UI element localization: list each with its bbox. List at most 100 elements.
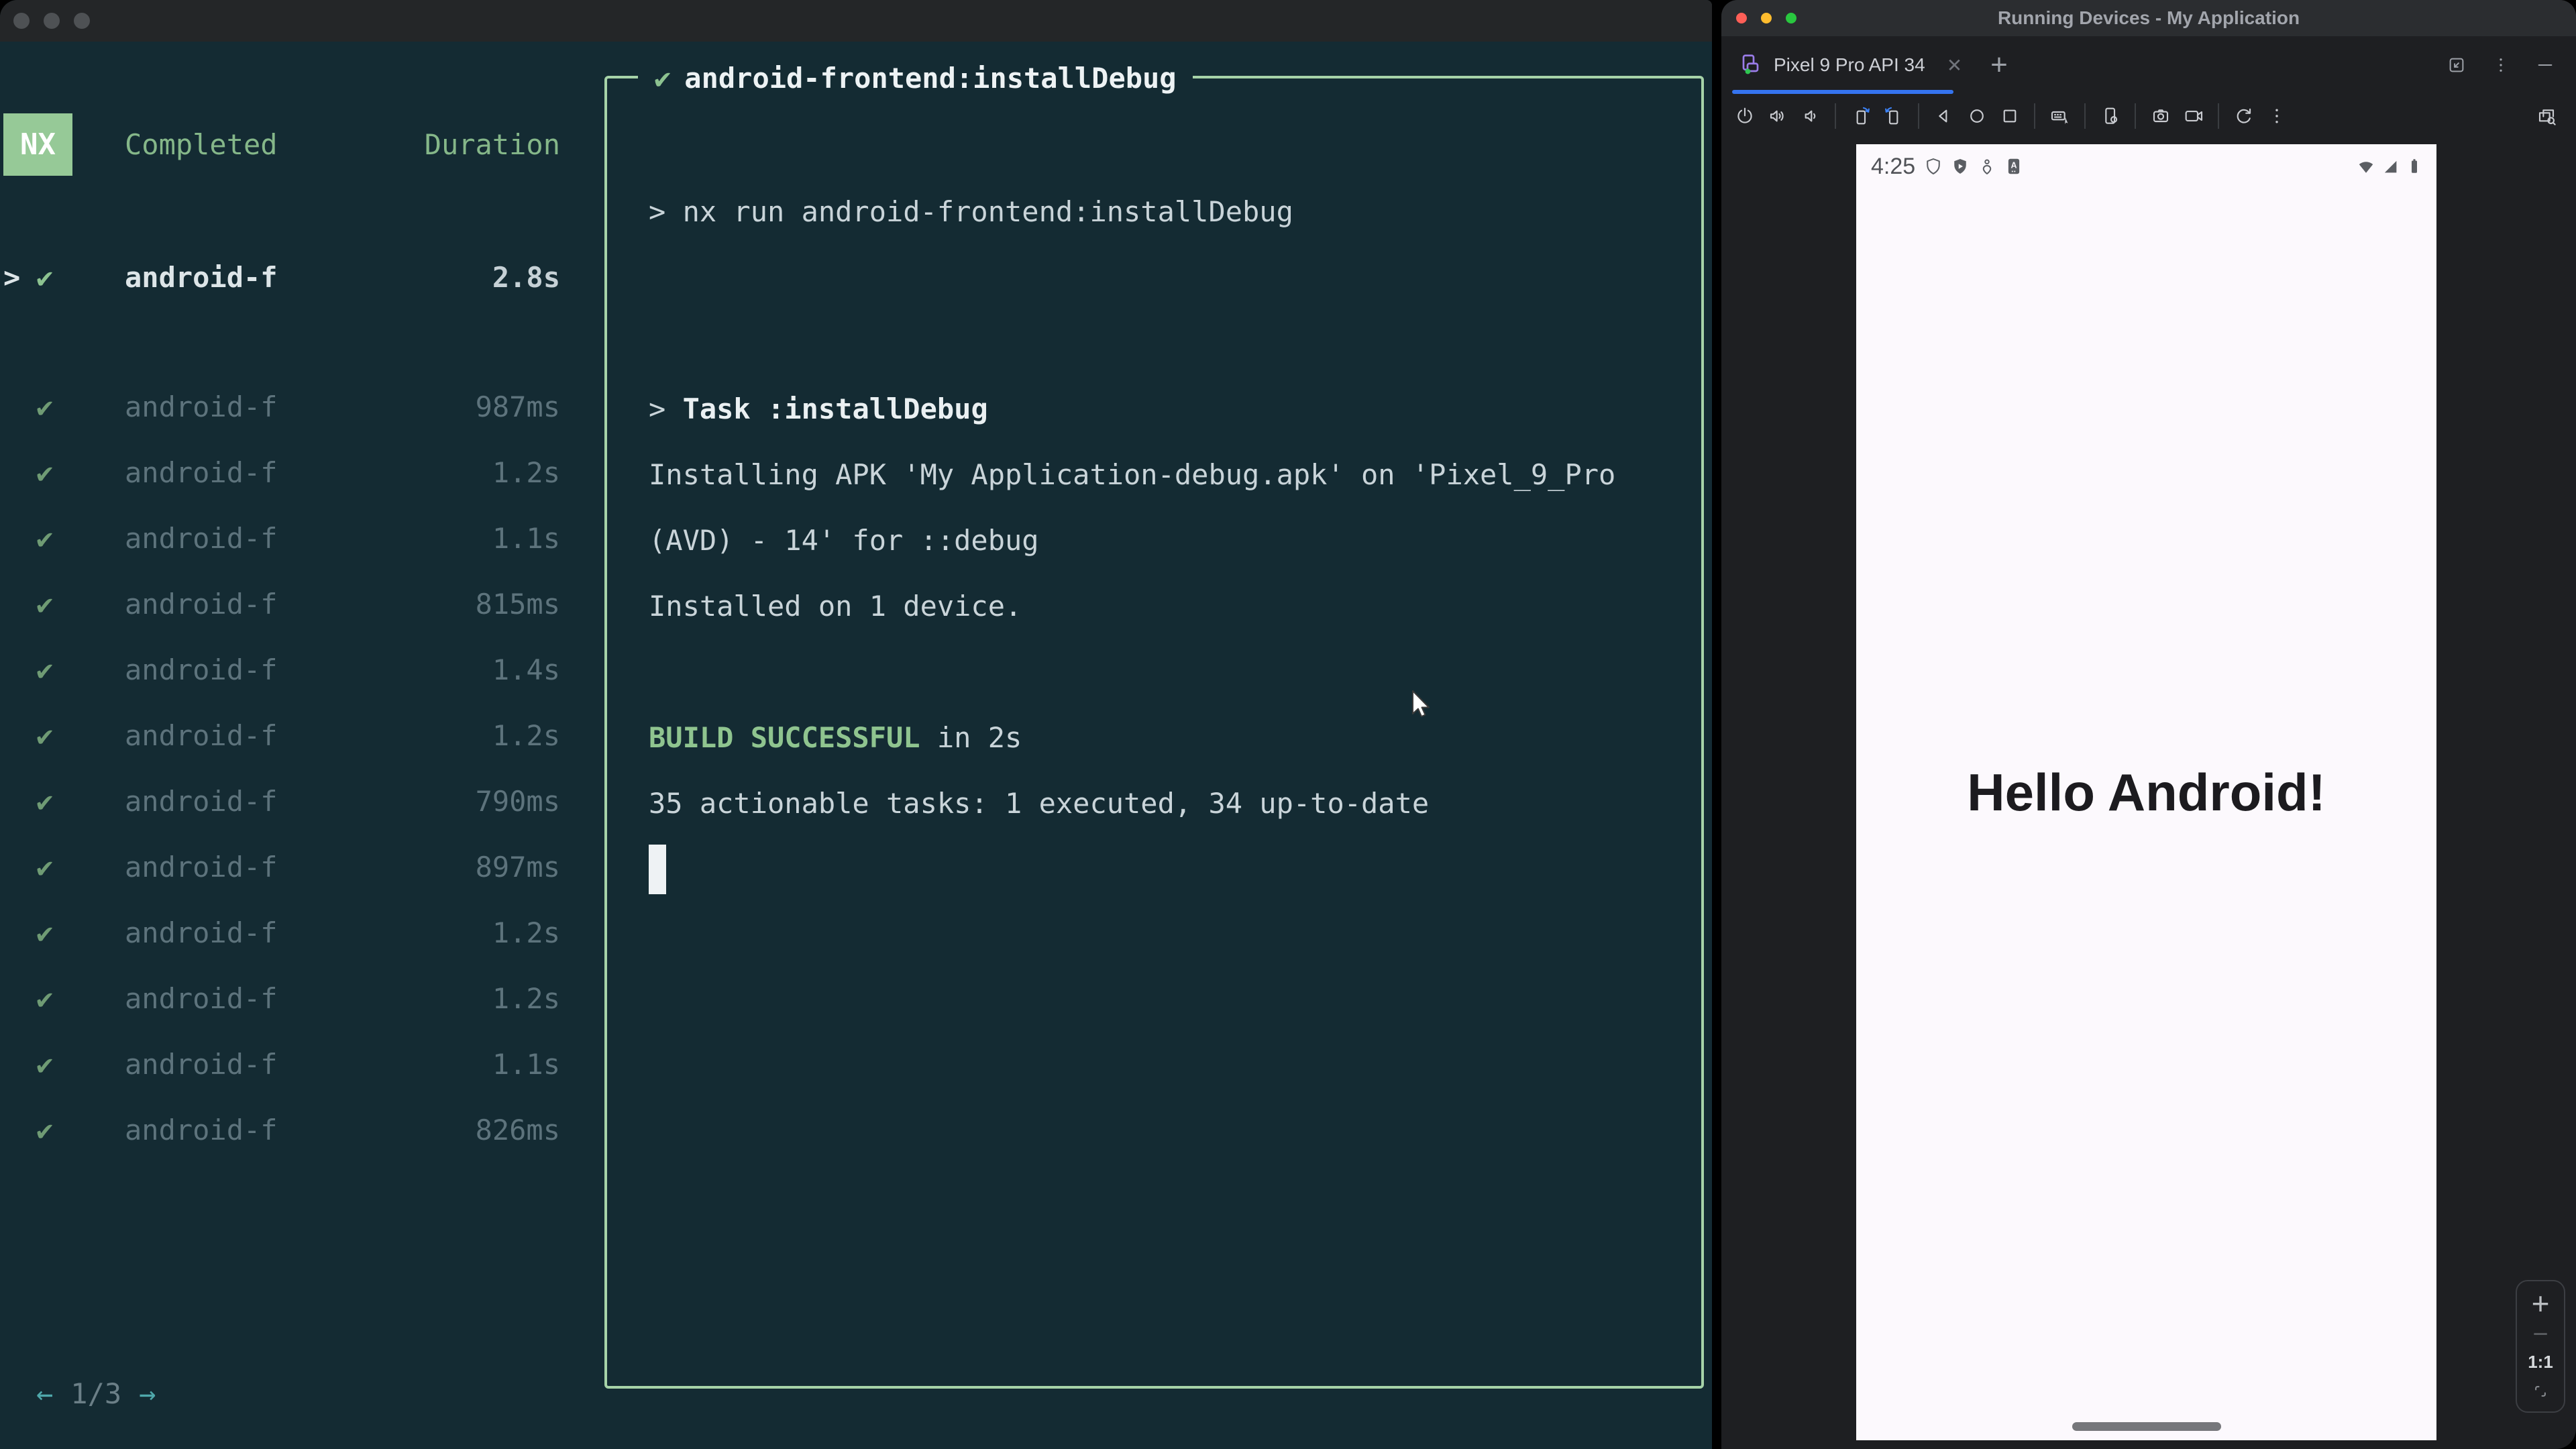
tab-close-icon[interactable]: ✕ bbox=[1947, 54, 1962, 76]
emulator-toolbar bbox=[1721, 94, 2576, 138]
toolbar-separator bbox=[2034, 103, 2035, 129]
more-vertical-icon[interactable] bbox=[2487, 52, 2514, 78]
task-duration: 1.1s bbox=[492, 522, 560, 555]
duration-column-header: Duration bbox=[424, 128, 560, 161]
task-name: android-f bbox=[125, 261, 278, 294]
check-icon: ✔ bbox=[36, 1114, 54, 1146]
more-options-icon[interactable] bbox=[2260, 100, 2293, 133]
task-row[interactable]: ✔ android-f 1.1s bbox=[0, 1032, 560, 1097]
toolbar-separator bbox=[2218, 103, 2219, 129]
layout-inspect-button[interactable] bbox=[2530, 99, 2563, 132]
volume-up-icon[interactable] bbox=[1761, 100, 1794, 133]
task-name: android-f bbox=[125, 390, 278, 423]
task-list-headers: Completed Duration bbox=[125, 113, 560, 176]
device-settings-icon[interactable] bbox=[2094, 100, 2127, 133]
task-row[interactable]: ✔ android-f 1.1s bbox=[0, 506, 560, 572]
task-row[interactable]: ✔ android-f 1.2s bbox=[0, 703, 560, 769]
check-icon: ✔ bbox=[36, 916, 54, 949]
new-tab-button[interactable]: + bbox=[1990, 36, 2008, 94]
minimize-button[interactable] bbox=[44, 13, 60, 29]
terminal-line: Installing APK 'My Application-debug.apk… bbox=[649, 458, 1616, 491]
task-row[interactable]: ✔ android-f 987ms bbox=[0, 374, 560, 440]
toolbar-separator bbox=[2135, 103, 2136, 129]
power-icon[interactable] bbox=[1728, 100, 1761, 133]
terminal-line: > nx run android-frontend:installDebug bbox=[649, 195, 1293, 228]
check-icon: ✔ bbox=[36, 456, 54, 489]
back-icon[interactable] bbox=[1927, 100, 1960, 133]
task-row[interactable]: ✔ android-f 1.4s bbox=[0, 637, 560, 703]
device-phone-icon bbox=[1737, 53, 1762, 77]
terminal-titlebar bbox=[0, 0, 1712, 42]
terminal-line: Installed on 1 device. bbox=[649, 590, 1022, 623]
layout-inspect-icon bbox=[2536, 105, 2557, 127]
zoom-out-button[interactable]: − bbox=[2532, 1321, 2548, 1348]
check-icon: ✔ bbox=[36, 719, 54, 752]
tab-pixel-9-pro[interactable]: Pixel 9 Pro API 34 ✕ bbox=[1732, 36, 1968, 94]
tab-label: Pixel 9 Pro API 34 bbox=[1774, 54, 1925, 75]
task-duration: 1.2s bbox=[492, 916, 560, 949]
rotate-right-icon[interactable] bbox=[1877, 100, 1910, 133]
task-row[interactable]: ✔ android-f 1.2s bbox=[0, 900, 560, 966]
close-button[interactable] bbox=[13, 13, 30, 29]
task-row[interactable]: ✔ android-f 790ms bbox=[0, 769, 560, 835]
task-name: android-f bbox=[125, 653, 278, 686]
selected-task-row[interactable]: > ✔ android-f 2.8s bbox=[0, 245, 560, 311]
fit-screen-button[interactable] bbox=[2529, 1380, 2552, 1403]
terminal-line bbox=[649, 837, 1674, 902]
task-row[interactable]: ✔ android-f 815ms bbox=[0, 572, 560, 637]
task-duration: 1.2s bbox=[492, 456, 560, 489]
task-duration: 897ms bbox=[475, 851, 560, 883]
check-icon: ✔ bbox=[36, 653, 54, 686]
task-duration: 1.4s bbox=[492, 653, 560, 686]
terminal-line: (AVD) - 14' for ::debug bbox=[649, 524, 1039, 557]
zoom-controls: + − 1:1 bbox=[2516, 1280, 2565, 1413]
pagination: ← 1/3 → bbox=[36, 1370, 156, 1417]
task-row[interactable]: ✔ android-f 826ms bbox=[0, 1097, 560, 1163]
screen-record-icon[interactable] bbox=[2177, 100, 2210, 133]
zoom-in-button[interactable]: + bbox=[2532, 1288, 2550, 1319]
prev-page-arrow[interactable]: ← bbox=[36, 1377, 53, 1410]
keyboard-input-icon[interactable] bbox=[2043, 100, 2076, 133]
gesture-navigation-pill[interactable] bbox=[2072, 1422, 2221, 1431]
emulator-display[interactable]: 4:25 A Hello Android! bbox=[1856, 144, 2436, 1440]
actual-size-button[interactable]: 1:1 bbox=[2528, 1352, 2553, 1373]
task-name: android-f bbox=[125, 785, 278, 818]
task-name: android-f bbox=[125, 916, 278, 949]
toolbar-separator bbox=[1835, 103, 1836, 129]
task-name: android-f bbox=[125, 456, 278, 489]
task-output-title: ✔ android-frontend:installDebug bbox=[638, 46, 1193, 111]
dock-window-icon[interactable] bbox=[2443, 52, 2470, 78]
terminal-line: > Task :installDebug bbox=[649, 392, 988, 425]
volume-down-icon[interactable] bbox=[1794, 100, 1827, 133]
task-row[interactable]: ✔ android-f 1.2s bbox=[0, 966, 560, 1032]
app-greeting-text: Hello Android! bbox=[1967, 762, 2326, 822]
task-row[interactable]: ✔ android-f 1.2s bbox=[0, 440, 560, 506]
task-duration: 1.2s bbox=[492, 982, 560, 1015]
overview-icon[interactable] bbox=[1993, 100, 2026, 133]
completed-column-header: Completed bbox=[125, 128, 278, 161]
task-name: android-f bbox=[125, 719, 278, 752]
task-duration: 987ms bbox=[475, 390, 560, 423]
tool-window-controls bbox=[2443, 36, 2559, 94]
task-output-panel: ✔ android-frontend:installDebug > nx run… bbox=[604, 46, 1704, 1389]
task-name: android-f bbox=[125, 982, 278, 1015]
terminal-cursor bbox=[649, 844, 666, 894]
rotate-left-icon[interactable] bbox=[1844, 100, 1877, 133]
next-page-arrow[interactable]: → bbox=[139, 1377, 156, 1410]
check-icon: ✔ bbox=[654, 62, 672, 95]
window-title: Running Devices - My Application bbox=[1997, 7, 2300, 28]
running-devices-window: Running Devices - My Application Pixel 9… bbox=[1721, 0, 2576, 1449]
hide-window-icon[interactable] bbox=[2532, 52, 2559, 78]
task-duration: 2.8s bbox=[492, 261, 560, 294]
screenshot-icon[interactable] bbox=[2144, 100, 2177, 133]
toolbar-separator bbox=[1918, 103, 1919, 129]
task-row[interactable]: ✔ android-f 897ms bbox=[0, 835, 560, 900]
restart-icon[interactable] bbox=[2227, 100, 2260, 133]
home-icon[interactable] bbox=[1960, 100, 1993, 133]
check-icon: ✔ bbox=[36, 390, 54, 423]
maximize-button[interactable] bbox=[74, 13, 90, 29]
task-output-title-label: android-frontend:installDebug bbox=[684, 62, 1177, 95]
